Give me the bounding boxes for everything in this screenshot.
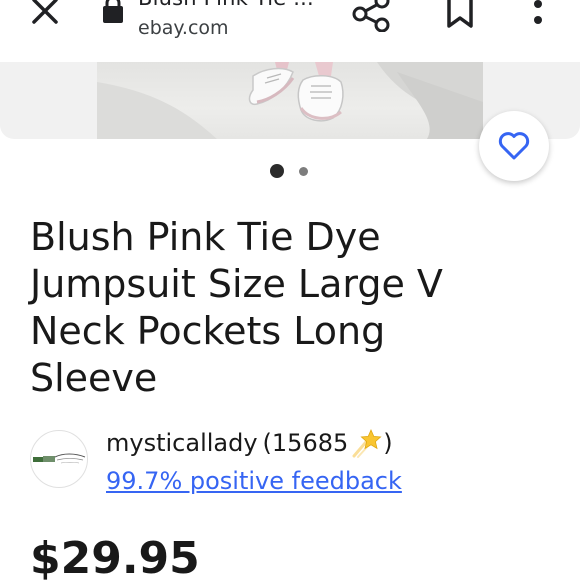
watch-button[interactable] [479,111,549,181]
seller-info[interactable]: mysticallady (15685 ) [106,428,393,458]
seller-avatar[interactable] [30,430,88,488]
seller-name[interactable]: mysticallady [106,429,258,457]
product-photo[interactable] [97,62,483,139]
lock-icon [102,0,124,26]
positive-feedback-link[interactable]: 99.7% positive feedback [106,467,402,495]
feedback-score-close: ) [383,429,393,457]
page-title[interactable]: Blush Pink Tie ... [138,0,314,10]
bookmark-button[interactable] [444,0,476,30]
share-button[interactable] [352,0,394,33]
share-icon [352,0,390,33]
carousel-dot-active[interactable] [270,164,284,178]
heart-icon [498,132,530,160]
feedback-score: (15685 [262,429,349,457]
more-vert-icon [534,0,542,24]
browser-top-bar: Blush Pink Tie ... ebay.com [0,0,580,63]
close-icon [32,0,58,24]
item-price: $29.95 [30,533,200,584]
shooting-star-icon [352,428,382,458]
page-domain[interactable]: ebay.com [138,17,229,39]
item-title: Blush Pink Tie Dye Jumpsuit Size Large V… [30,215,443,400]
bookmark-icon [447,0,473,28]
carousel-dot[interactable] [299,167,308,176]
more-options-button[interactable] [528,0,548,30]
close-button[interactable] [28,0,62,30]
